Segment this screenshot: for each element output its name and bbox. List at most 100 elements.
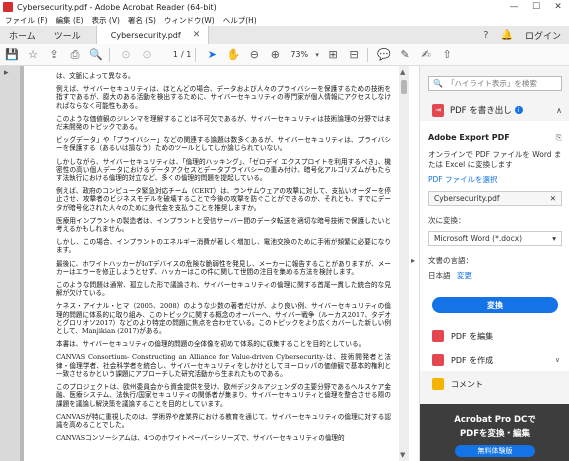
export-pdf-label: PDF を書き出し <box>450 106 512 116</box>
title-bar: Cybersecurity.pdf - Adobe Acrobat Reader… <box>0 0 569 14</box>
paragraph: ビッグデータ」や「プライバシー」などの関連する論題は数多くあるが、サイバーセキュ… <box>56 136 391 153</box>
close-tab-icon[interactable]: ✕ <box>193 30 201 40</box>
convert-button[interactable]: 変換 <box>432 297 558 313</box>
menu-help[interactable]: ヘルプ(H) <box>223 15 257 26</box>
acrobat-app-icon <box>3 2 13 12</box>
tool-comment[interactable]: コメント <box>420 372 569 396</box>
attach-icon[interactable]: ⎘ <box>556 133 562 143</box>
paragraph: CANVASが特に重視したのは、学術界や産業界における教育を通じて、サイバーセキ… <box>56 412 391 429</box>
total-pages: / 1 <box>181 50 192 59</box>
maximize-button[interactable]: ☐ <box>525 0 547 14</box>
remove-file-icon[interactable]: ✕ <box>550 194 556 203</box>
promo-line-1: Acrobat Pro DCで <box>454 415 536 425</box>
paragraph: このような問題は通常、孤立した形で議論され、サイバーセキュリティの倫理に関する首… <box>56 281 391 298</box>
export-panel-title-row: Adobe Export PDF ⎘ <box>428 133 562 143</box>
paragraph: 医療用インプラントの製造者は、インプラントと受信サーバー間のデータ転送を適切な暗… <box>56 216 391 234</box>
tool-list: PDF を編集 PDF を作成 ∨ コメント <box>420 324 569 396</box>
window-controls: — ☐ ✕ <box>503 0 569 14</box>
chevron-left-icon[interactable]: ▸ <box>4 68 9 78</box>
current-page-input[interactable]: 1 <box>164 50 178 59</box>
tool-create-pdf[interactable]: PDF を作成 ∨ <box>420 348 569 372</box>
document-language-label: 文書の言語： <box>428 256 473 265</box>
zoom-dropdown-icon[interactable]: ▾ <box>313 46 321 64</box>
scrollbar-thumb[interactable] <box>401 80 407 94</box>
convert-format-value: Microsoft Word (*.docx) <box>434 234 523 243</box>
page-up-icon[interactable]: ⊙ <box>117 46 135 64</box>
paragraph: しかしながら、サイバーセキュリティは、「倫理的ハッキング」、「ゼロデイ エクスプ… <box>56 157 391 183</box>
tool-label: PDF を編集 <box>451 331 494 341</box>
scroll-mode-icon[interactable]: ⊟ <box>345 46 363 64</box>
minimize-button[interactable]: — <box>503 0 525 14</box>
scroll-down-icon[interactable]: ▼ <box>400 451 405 459</box>
paragraph: しかし、この場合、インプラントのエネルギー消費が著しく増加し、電池交換のために手… <box>56 238 391 255</box>
save-icon[interactable]: 💾 <box>3 46 21 64</box>
menu-view[interactable]: 表示 (V) <box>92 15 120 26</box>
comment-icon[interactable]: 💬 <box>375 46 393 64</box>
pdf-page: は、文脈によって異なる。 例えば、サイバーセキュリティは、ほとんどの場合、データ… <box>20 66 399 461</box>
share-icon[interactable]: ⇧ <box>438 46 456 64</box>
change-language-link[interactable]: 変更 <box>457 271 472 280</box>
search-icon: 🔍 <box>433 79 443 88</box>
select-cursor-icon[interactable]: ➤ <box>203 46 221 64</box>
export-description: オンラインで PDF ファイルを Word または Excel に変換します <box>428 150 562 169</box>
left-rail: ▸ <box>0 66 20 461</box>
bell-icon[interactable]: 🔔 <box>501 30 513 41</box>
paragraph: 最後に、ホワイトハッカーがIoTデバイスの危険な脆弱性を発見し、メーカーに報告す… <box>56 259 391 276</box>
window-title: Cybersecurity.pdf - Adobe Acrobat Reader… <box>17 2 217 12</box>
print-icon[interactable]: ⎙ <box>66 46 84 64</box>
document-tab-label: Cybersecurity.pdf <box>110 30 181 40</box>
tool-label: コメント <box>451 379 483 389</box>
zoom-out-icon[interactable]: ⊖ <box>245 46 263 64</box>
paragraph: CANVAS Consortium- Constructing an Allia… <box>56 353 391 378</box>
login-button[interactable]: ログイン <box>525 29 561 42</box>
sign-icon[interactable]: ✍ <box>417 46 435 64</box>
search-placeholder: 「ハイライト表示」を検索 <box>446 79 537 88</box>
chevron-down-icon: ▾ <box>552 234 556 243</box>
paragraph: は、文脈によって異なる。 <box>56 72 135 80</box>
tool-edit-pdf[interactable]: PDF を編集 <box>420 324 569 348</box>
export-panel-title: Adobe Export PDF <box>428 133 510 142</box>
zoom-in-icon[interactable]: ⊕ <box>266 46 284 64</box>
tab-home[interactable]: ホーム <box>0 26 45 44</box>
create-pdf-icon <box>432 354 444 366</box>
document-language-row: 日本語 変更 <box>428 270 562 281</box>
tab-document[interactable]: Cybersecurity.pdf ✕ <box>95 26 210 44</box>
menu-edit[interactable]: 編集 (E) <box>56 15 84 26</box>
help-icon[interactable]: ? <box>483 30 488 41</box>
menu-file[interactable]: ファイル (F) <box>5 15 48 26</box>
pen-icon[interactable]: ✎ <box>396 46 414 64</box>
comment-tool-icon <box>432 378 444 390</box>
info-icon[interactable]: i <box>514 106 523 114</box>
menu-sign[interactable]: 署名 (S) <box>128 15 156 26</box>
hand-tool-icon[interactable]: ✋ <box>224 46 242 64</box>
tab-bar: ホーム ツール Cybersecurity.pdf ✕ ? 🔔 ログイン <box>0 26 569 44</box>
paragraph: ケネス・アイナル・ヒマ（2005、2008）のような少数の著者だけが、より良い例… <box>56 302 391 336</box>
chevron-up-icon[interactable]: ∧ <box>556 106 562 115</box>
close-window-button[interactable]: ✕ <box>547 0 569 14</box>
search-doc-icon[interactable]: 🔍 <box>87 46 105 64</box>
paragraph: 例えば、政府のコンピュータ緊急対応チーム（CERT）は、ランサムウェアの攻撃に対… <box>56 187 391 212</box>
export-pdf-header[interactable]: ⇥ PDF を書き出し i ∧ <box>420 99 569 121</box>
menu-window[interactable]: ウィンドウ(W) <box>164 15 215 26</box>
chevron-down-icon[interactable]: ∨ <box>555 356 560 364</box>
collapse-pane-icon[interactable]: ▸ <box>411 256 415 265</box>
free-trial-button[interactable]: 無料体験版 <box>455 445 535 457</box>
convert-to-label: 次に変換： <box>428 216 466 225</box>
vertical-scrollbar[interactable]: ▲ ▼ <box>399 66 409 461</box>
scroll-up-icon[interactable]: ▲ <box>400 68 405 76</box>
document-area: ▸ は、文脈によって異なる。 例えば、サイバーセキュリティは、ほとんどの場合、デ… <box>0 66 409 461</box>
bookmark-add-icon[interactable]: ☆ <box>24 46 42 64</box>
select-pdf-link[interactable]: PDF ファイルを選択 <box>428 174 562 185</box>
page-down-icon[interactable]: ⊙ <box>138 46 156 64</box>
upload-icon[interactable]: ⇪ <box>45 46 63 64</box>
fit-page-icon[interactable]: ⊞ <box>324 46 342 64</box>
paragraph: CANVASコンソーシアムは、4つのホワイトペーパーシリーズで、サイバーセキュリ… <box>56 434 345 443</box>
zoom-level[interactable]: 73% <box>290 50 308 59</box>
tool-search-input[interactable]: 🔍 「ハイライト表示」を検索 <box>428 76 562 91</box>
convert-format-select[interactable]: Microsoft Word (*.docx) ▾ <box>428 231 562 246</box>
promo-line-2: PDFを変換・編集 <box>459 429 531 439</box>
page-number-box: 1 / 1 <box>164 50 191 59</box>
paragraph: このような価値観のジレンマを理解することは不可欠であるが、サイバーセキュリティは… <box>56 114 391 132</box>
tab-tools[interactable]: ツール <box>45 26 90 44</box>
paragraph: 本書は、サイバーセキュリティの倫理的問題の全体像を初めて体系的に収集することを目… <box>56 340 366 349</box>
